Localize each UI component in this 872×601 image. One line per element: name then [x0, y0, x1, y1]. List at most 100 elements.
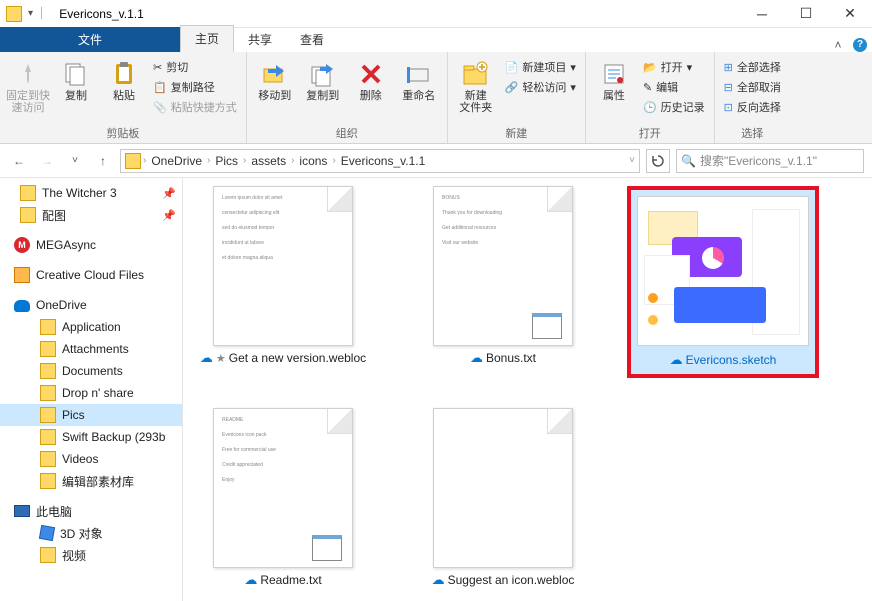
file-suggest[interactable]: ☁Suggest an icon.webloc [413, 408, 593, 588]
cut-button[interactable]: ✂剪切 [150, 58, 240, 76]
easyaccess-button[interactable]: 🔗轻松访问 ▾ [502, 78, 579, 96]
tree-dropshare[interactable]: Drop n' share [0, 382, 182, 404]
file-list: Lorem ipsum dolor sit ametconsectetur ad… [183, 178, 872, 601]
copyto-button[interactable]: 复制到 [301, 54, 345, 102]
edit-icon: ✎ [643, 81, 652, 94]
group-select: ⊞全部选择 ⊟全部取消 ⊡反向选择 选择 [715, 52, 790, 143]
tree-thispc[interactable]: 此电脑 [0, 500, 182, 522]
tree-witcher[interactable]: The Witcher 3📌 [0, 182, 182, 204]
tree-application[interactable]: Application [0, 316, 182, 338]
help-button[interactable]: ? [848, 36, 872, 52]
tab-share[interactable]: 共享 [234, 27, 286, 52]
tree-megasync[interactable]: MMEGAsync [0, 234, 182, 256]
path-icon: 📋 [153, 81, 167, 94]
rename-button[interactable]: 重命名 [397, 54, 441, 102]
group-new: 新建 文件夹 📄新建项目 ▾ 🔗轻松访问 ▾ 新建 [448, 52, 586, 143]
tree-pics[interactable]: Pics [0, 404, 182, 426]
refresh-button[interactable] [646, 149, 670, 173]
back-button[interactable]: ← [8, 150, 30, 172]
address-bar[interactable]: › OneDrive› Pics› assets› icons› Everico… [120, 149, 640, 173]
history-button[interactable]: 🕒历史记录 [640, 98, 708, 116]
delete-button[interactable]: 删除 [349, 54, 393, 102]
newfolder-button[interactable]: 新建 文件夹 [454, 54, 498, 114]
cloud-icon: ☁ [244, 572, 257, 588]
paste-button[interactable]: 粘贴 [102, 54, 146, 102]
newfolder-icon [462, 60, 490, 88]
tree-3dobjects[interactable]: 3D 对象 [0, 522, 182, 544]
maximize-button[interactable]: ☐ [784, 0, 828, 28]
tree-peitu[interactable]: 配图📌 [0, 204, 182, 226]
file-readme[interactable]: READMEEvericons icon packFree for commer… [193, 408, 373, 588]
monitor-icon [14, 505, 30, 517]
pasteshortcut-button[interactable]: 📎粘贴快捷方式 [150, 98, 240, 116]
properties-button[interactable]: 属性 [592, 54, 636, 102]
window-title: Evericons_v.1.1 [59, 7, 144, 21]
cloud-icon: ☁ [670, 352, 683, 368]
copy-button[interactable]: 复制 [54, 54, 98, 102]
tree-documents[interactable]: Documents [0, 360, 182, 382]
tab-file[interactable]: 文件 [0, 27, 180, 52]
crumb-icons[interactable]: icons [296, 154, 330, 168]
copyto-icon [309, 60, 337, 88]
file-getnewversion[interactable]: Lorem ipsum dolor sit ametconsectetur ad… [193, 186, 373, 378]
pin-quickaccess-button[interactable]: 固定到快 速访问 [6, 54, 50, 114]
tree-bianji[interactable]: 编辑部素材库 [0, 470, 182, 492]
selectall-icon: ⊞ [724, 61, 733, 74]
moveto-button[interactable]: 移动到 [253, 54, 297, 102]
pin-icon: 📌 [162, 187, 176, 200]
file-bonus[interactable]: BONUSThank you for downloadingGet additi… [413, 186, 593, 378]
addr-dropdown-icon[interactable]: ˅ [629, 155, 635, 166]
doc-thumb: BONUSThank you for downloadingGet additi… [433, 186, 573, 346]
up-button[interactable]: ↑ [92, 150, 114, 172]
qat-dropdown-icon[interactable]: ▾ [28, 8, 33, 19]
open-icon: 📂 [643, 61, 657, 74]
file-evericons-sketch[interactable]: ☁Evericons.sketch [633, 186, 813, 378]
crumb-assets[interactable]: assets [248, 154, 289, 168]
newitem-button[interactable]: 📄新建项目 ▾ [502, 58, 579, 76]
cloud-icon: ☁ [200, 350, 213, 366]
tree-attachments[interactable]: Attachments [0, 338, 182, 360]
navbar: ← → ˅ ↑ › OneDrive› Pics› assets› icons›… [0, 144, 872, 178]
tree-swift[interactable]: Swift Backup (293b [0, 426, 182, 448]
invert-icon: ⊡ [724, 101, 733, 114]
crumb-pics[interactable]: Pics [212, 154, 241, 168]
properties-icon [600, 60, 628, 88]
nav-tree: The Witcher 3📌 配图📌 MMEGAsync Creative Cl… [0, 178, 183, 601]
selectall-button[interactable]: ⊞全部选择 [721, 58, 784, 76]
notepad-icon [310, 525, 346, 561]
history-icon: 🕒 [643, 101, 657, 114]
pin-icon: 📌 [162, 209, 176, 222]
copypath-button[interactable]: 📋复制路径 [150, 78, 240, 96]
invertsel-button[interactable]: ⊡反向选择 [721, 98, 784, 116]
newitem-icon: 📄 [505, 61, 519, 74]
search-input[interactable]: 🔍 搜索"Evericons_v.1.1" [676, 149, 864, 173]
rename-icon [405, 60, 433, 88]
selectnone-icon: ⊟ [724, 81, 733, 94]
close-button[interactable]: ✕ [828, 0, 872, 28]
pin-icon [14, 60, 42, 88]
tab-home[interactable]: 主页 [180, 25, 234, 52]
tree-ccf[interactable]: Creative Cloud Files [0, 264, 182, 286]
notepad-icon [530, 303, 566, 339]
minimize-button[interactable]: ─ [740, 0, 784, 28]
folder-icon [6, 6, 22, 22]
copy-icon [62, 60, 90, 88]
crumb-onedrive[interactable]: OneDrive [148, 154, 205, 168]
onedrive-icon [14, 300, 30, 312]
tab-view[interactable]: 查看 [286, 27, 338, 52]
selectnone-button[interactable]: ⊟全部取消 [721, 78, 784, 96]
paste-icon [110, 60, 138, 88]
doc-thumb: READMEEvericons icon packFree for commer… [213, 408, 353, 568]
ribbon-collapse-icon[interactable]: ˄ [828, 38, 848, 52]
recent-dropdown[interactable]: ˅ [64, 150, 86, 172]
tree-onedrive[interactable]: OneDrive [0, 294, 182, 316]
forward-button[interactable]: → [36, 150, 58, 172]
crumb-current[interactable]: Evericons_v.1.1 [338, 154, 429, 168]
search-icon: 🔍 [681, 154, 696, 168]
open-button[interactable]: 📂打开 ▾ [640, 58, 708, 76]
tree-shipin[interactable]: 视频 [0, 544, 182, 566]
edit-button[interactable]: ✎编辑 [640, 78, 708, 96]
sketch-thumb [637, 196, 809, 346]
tree-videos[interactable]: Videos [0, 448, 182, 470]
folder-icon [125, 153, 141, 169]
